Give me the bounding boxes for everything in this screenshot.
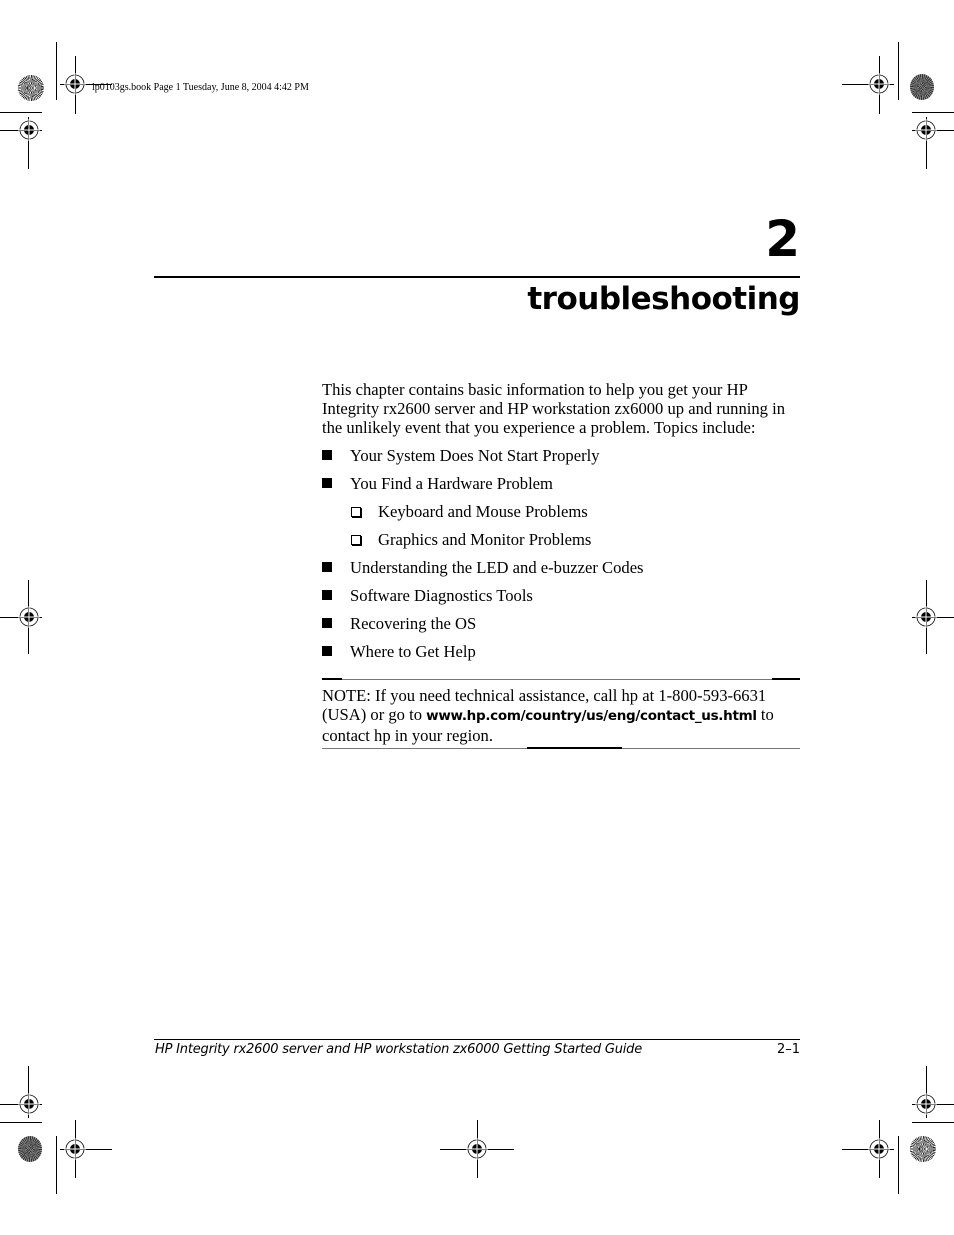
- print-slug: lp0103gs.book Page 1 Tuesday, June 8, 20…: [92, 82, 309, 93]
- filled-square-bullet-icon: [322, 646, 332, 656]
- topic-label: Understanding the LED and e-buzzer Codes: [350, 558, 644, 577]
- footer-title: HP Integrity rx2600 server and HP workst…: [155, 1042, 643, 1057]
- crop-line: [0, 1122, 42, 1123]
- crop-line: [898, 42, 899, 100]
- topic-label: Keyboard and Mouse Problems: [378, 502, 588, 521]
- note-rule-bottom: [322, 747, 800, 749]
- filled-square-bullet-icon: [322, 478, 332, 488]
- hollow-square-bullet-icon: [351, 507, 361, 517]
- color-target-icon: [910, 1136, 936, 1162]
- topic-item: Software Diagnostics Tools: [322, 586, 802, 614]
- hollow-square-bullet-icon: [351, 535, 361, 545]
- topic-label: You Find a Hardware Problem: [350, 474, 553, 493]
- crop-line: [912, 1122, 954, 1123]
- topic-label: Software Diagnostics Tools: [350, 586, 533, 605]
- registration-mark-icon: [868, 1138, 890, 1160]
- subtopic-item: Graphics and Monitor Problems: [322, 530, 802, 558]
- registration-mark-icon: [466, 1138, 488, 1160]
- subtopic-item: Keyboard and Mouse Problems: [322, 502, 802, 530]
- crop-line: [0, 112, 42, 113]
- color-target-icon: [18, 1136, 42, 1162]
- crop-line: [898, 1136, 899, 1194]
- footer-rule: [154, 1039, 800, 1040]
- crop-line: [912, 112, 954, 113]
- topic-label: Graphics and Monitor Problems: [378, 530, 592, 549]
- contact-url-link[interactable]: www.hp.com/country/us/eng/contact_us.htm…: [426, 708, 757, 724]
- topic-item: Your System Does Not Start Properly: [322, 446, 802, 474]
- registration-mark-icon: [18, 1093, 40, 1115]
- chapter-number: 2: [765, 210, 800, 268]
- registration-mark-icon: [64, 73, 86, 95]
- registration-mark-icon: [915, 119, 937, 141]
- crop-line: [56, 42, 57, 100]
- registration-mark-icon: [915, 1093, 937, 1115]
- filled-square-bullet-icon: [322, 450, 332, 460]
- topic-item: Recovering the OS: [322, 614, 802, 642]
- registration-mark-icon: [18, 606, 40, 628]
- topics-list: Your System Does Not Start Properly You …: [322, 446, 802, 670]
- registration-mark-icon: [868, 73, 890, 95]
- note-paragraph: NOTE: If you need technical assistance, …: [322, 686, 802, 745]
- crop-line: [56, 1136, 57, 1194]
- filled-square-bullet-icon: [322, 562, 332, 572]
- filled-square-bullet-icon: [322, 618, 332, 628]
- topic-item: You Find a Hardware Problem: [322, 474, 802, 502]
- registration-mark-icon: [18, 119, 40, 141]
- registration-mark-icon: [915, 606, 937, 628]
- color-target-icon: [910, 74, 934, 100]
- topic-item: Understanding the LED and e-buzzer Codes: [322, 558, 802, 586]
- topic-label: Where to Get Help: [350, 642, 476, 661]
- intro-paragraph: This chapter contains basic information …: [322, 380, 786, 437]
- topic-label: Your System Does Not Start Properly: [350, 446, 600, 465]
- color-target-icon: [18, 75, 44, 101]
- page-number: 2–1: [776, 1042, 800, 1057]
- topic-item: Where to Get Help: [322, 642, 802, 670]
- note-rule-top: [322, 678, 800, 680]
- topic-label: Recovering the OS: [350, 614, 477, 633]
- chapter-title: troubleshooting: [527, 281, 800, 317]
- filled-square-bullet-icon: [322, 590, 332, 600]
- registration-mark-icon: [64, 1138, 86, 1160]
- chapter-rule: [154, 276, 800, 278]
